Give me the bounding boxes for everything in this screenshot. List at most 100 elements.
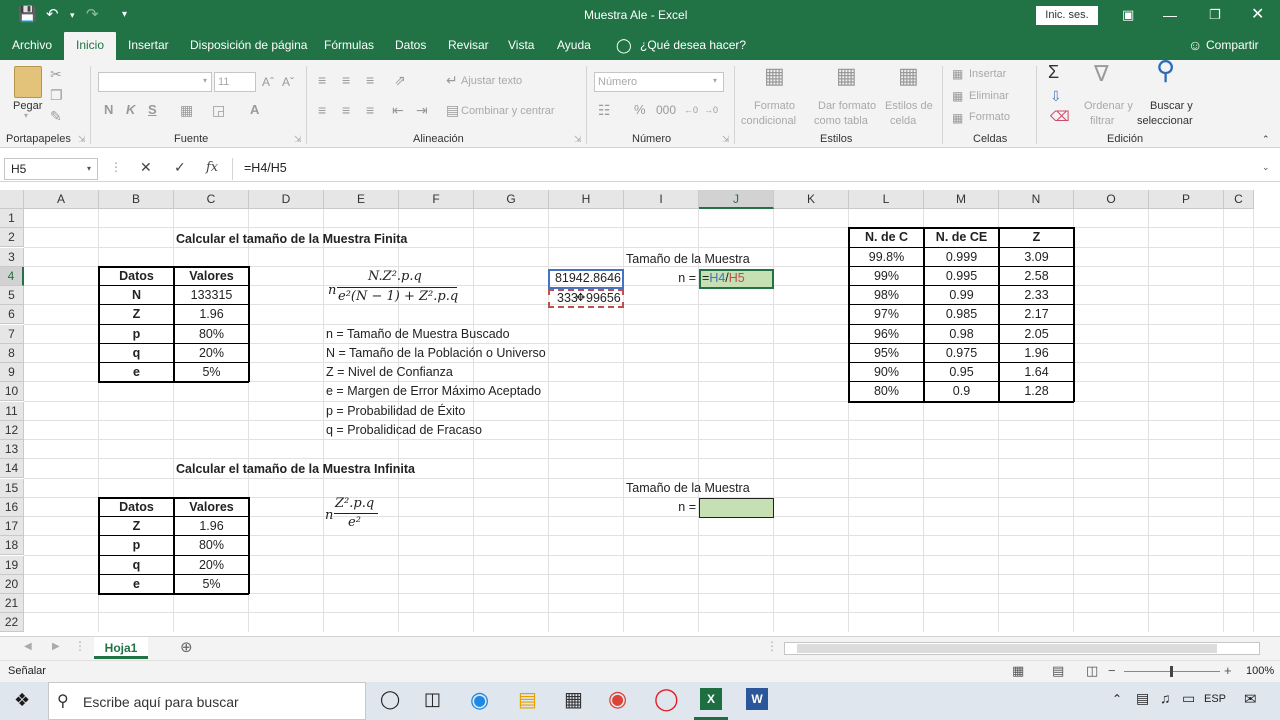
finite-table-header-cell[interactable]: Datos xyxy=(99,267,174,286)
normal-view-icon[interactable]: ▦ xyxy=(1012,663,1024,679)
font-name-box[interactable] xyxy=(98,72,212,92)
shrink-font-icon[interactable]: Aˇ xyxy=(282,74,294,90)
network-icon[interactable]: ▤ xyxy=(1136,690,1149,707)
column-header[interactable]: A xyxy=(24,190,99,209)
zoom-in-icon[interactable]: + xyxy=(1224,663,1232,678)
z-cell[interactable]: 2.17 xyxy=(999,305,1074,324)
z-cell[interactable]: 2.33 xyxy=(999,286,1074,305)
column-header[interactable]: J xyxy=(699,190,774,209)
z-cell[interactable]: 98% xyxy=(849,286,924,305)
column-header[interactable]: K xyxy=(774,190,849,209)
enter-icon[interactable]: ✓ xyxy=(174,159,186,176)
column-header[interactable]: O xyxy=(1074,190,1149,209)
fill-color-icon[interactable]: ◲ xyxy=(212,102,225,118)
scrollbar-thumb[interactable] xyxy=(797,644,1217,653)
task-view-icon[interactable]: ◫ xyxy=(424,689,441,710)
insert-cells-button[interactable]: Insertar xyxy=(969,68,1006,80)
cell-styles-button[interactable]: celda xyxy=(890,115,916,127)
z-cell[interactable]: 3.09 xyxy=(999,248,1074,267)
row-header[interactable]: 2 xyxy=(0,228,24,248)
tell-me-search[interactable]: ¿Qué desea hacer? xyxy=(640,32,746,60)
row-header[interactable]: 17 xyxy=(0,517,24,536)
font-size-box[interactable]: 11 xyxy=(214,72,256,92)
ribbon-display-options-icon[interactable]: ▣ xyxy=(1122,0,1134,32)
column-header[interactable]: G xyxy=(474,190,549,209)
minimize-icon[interactable]: — xyxy=(1163,0,1177,32)
increase-indent-icon[interactable]: ⇥ xyxy=(416,102,428,118)
row-header[interactable]: 11 xyxy=(0,401,24,421)
infinite-table-cell[interactable]: q xyxy=(99,556,174,575)
underline-button[interactable]: S xyxy=(148,102,157,118)
row-header[interactable]: 10 xyxy=(0,382,24,402)
tab-inicio[interactable]: Inicio xyxy=(64,32,117,60)
z-cell[interactable]: 2.05 xyxy=(999,325,1074,344)
wrap-text-icon[interactable]: ↵ xyxy=(446,72,458,88)
z-cell[interactable]: 0.985 xyxy=(924,305,999,324)
row-header[interactable]: 13 xyxy=(0,440,24,459)
store-icon[interactable]: ▦ xyxy=(564,687,583,712)
share-button[interactable]: Compartir xyxy=(1206,32,1259,60)
z-cell[interactable]: 2.58 xyxy=(999,267,1074,286)
word-taskbar-icon[interactable]: W xyxy=(746,688,768,710)
z-cell[interactable]: 0.999 xyxy=(924,248,999,267)
z-header-cell[interactable]: N. de C xyxy=(849,228,924,247)
finite-table-cell[interactable]: e xyxy=(99,363,174,382)
accounting-icon[interactable]: ☷ xyxy=(598,102,611,118)
insert-cells-icon[interactable]: ▦ xyxy=(952,66,963,82)
infinite-table-cell[interactable]: 1.96 xyxy=(174,517,249,536)
z-cell[interactable]: 0.975 xyxy=(924,344,999,363)
finite-table-cell[interactable]: p xyxy=(99,325,174,344)
paste-icon[interactable] xyxy=(14,66,42,98)
column-header[interactable]: M xyxy=(924,190,999,209)
row-header[interactable]: 1 xyxy=(0,209,24,228)
language-indicator[interactable]: ESP xyxy=(1204,693,1226,705)
infinite-table-header-cell[interactable]: Datos xyxy=(99,498,174,517)
column-header[interactable]: P xyxy=(1149,190,1224,209)
italic-button[interactable]: K xyxy=(126,102,135,118)
cortana-icon[interactable]: ◯ xyxy=(380,689,400,710)
redo-icon[interactable]: ↷ xyxy=(86,0,99,32)
volume-icon[interactable]: ♫ xyxy=(1160,690,1171,706)
grow-font-icon[interactable]: Aˆ xyxy=(262,74,274,90)
column-header[interactable]: E xyxy=(324,190,399,209)
z-cell[interactable]: 0.95 xyxy=(924,363,999,382)
row-header[interactable]: 4 xyxy=(0,266,24,286)
battery-icon[interactable]: ▭ xyxy=(1182,690,1195,707)
notifications-icon[interactable]: ✉ xyxy=(1244,690,1257,708)
finite-table-cell[interactable]: 133315 xyxy=(174,286,249,305)
borders-icon[interactable]: ▦ xyxy=(180,102,193,118)
dialog-launcher-icon[interactable]: ⇲ xyxy=(78,134,86,145)
bold-button[interactable]: N xyxy=(104,102,113,118)
tab-disposicion[interactable]: Disposición de página xyxy=(190,32,307,60)
z-cell[interactable]: 80% xyxy=(849,382,924,401)
tab-archivo[interactable]: Archivo xyxy=(12,32,52,60)
chrome-icon[interactable]: ◉ xyxy=(608,686,627,712)
column-header[interactable]: D xyxy=(249,190,324,209)
column-header[interactable]: L xyxy=(849,190,924,209)
decrease-indent-icon[interactable]: ⇤ xyxy=(392,102,404,118)
align-left-icon[interactable]: ≡ xyxy=(318,102,326,118)
row-header[interactable]: 19 xyxy=(0,555,24,575)
cut-icon[interactable]: ✂ xyxy=(50,66,62,82)
finite-table-cell[interactable]: 1.96 xyxy=(174,305,249,324)
infinite-table-cell[interactable]: Z xyxy=(99,517,174,536)
format-table-icon[interactable]: ▦ xyxy=(836,65,857,87)
insert-function-button[interactable]: fx xyxy=(206,160,218,175)
find-select-icon[interactable]: ⚲ xyxy=(1156,57,1175,83)
conditional-format-button[interactable]: condicional xyxy=(741,115,796,127)
row-header[interactable]: 16 xyxy=(0,497,24,517)
z-cell[interactable]: 0.995 xyxy=(924,267,999,286)
tab-revisar[interactable]: Revisar xyxy=(448,32,489,60)
z-cell[interactable]: 95% xyxy=(849,344,924,363)
align-middle-icon[interactable]: ≡ xyxy=(342,72,350,88)
row-header[interactable]: 12 xyxy=(0,420,24,440)
align-center-icon[interactable]: ≡ xyxy=(342,102,350,118)
row-header[interactable]: 5 xyxy=(0,286,24,305)
format-cells-icon[interactable]: ▦ xyxy=(952,110,963,126)
excel-taskbar-icon[interactable]: X xyxy=(700,688,722,710)
format-as-table-button[interactable]: como tabla xyxy=(814,115,868,127)
zoom-out-icon[interactable]: − xyxy=(1108,663,1116,678)
align-bottom-icon[interactable]: ≡ xyxy=(366,72,374,88)
z-cell[interactable]: 0.9 xyxy=(924,382,999,401)
row-header[interactable]: 9 xyxy=(0,363,24,382)
